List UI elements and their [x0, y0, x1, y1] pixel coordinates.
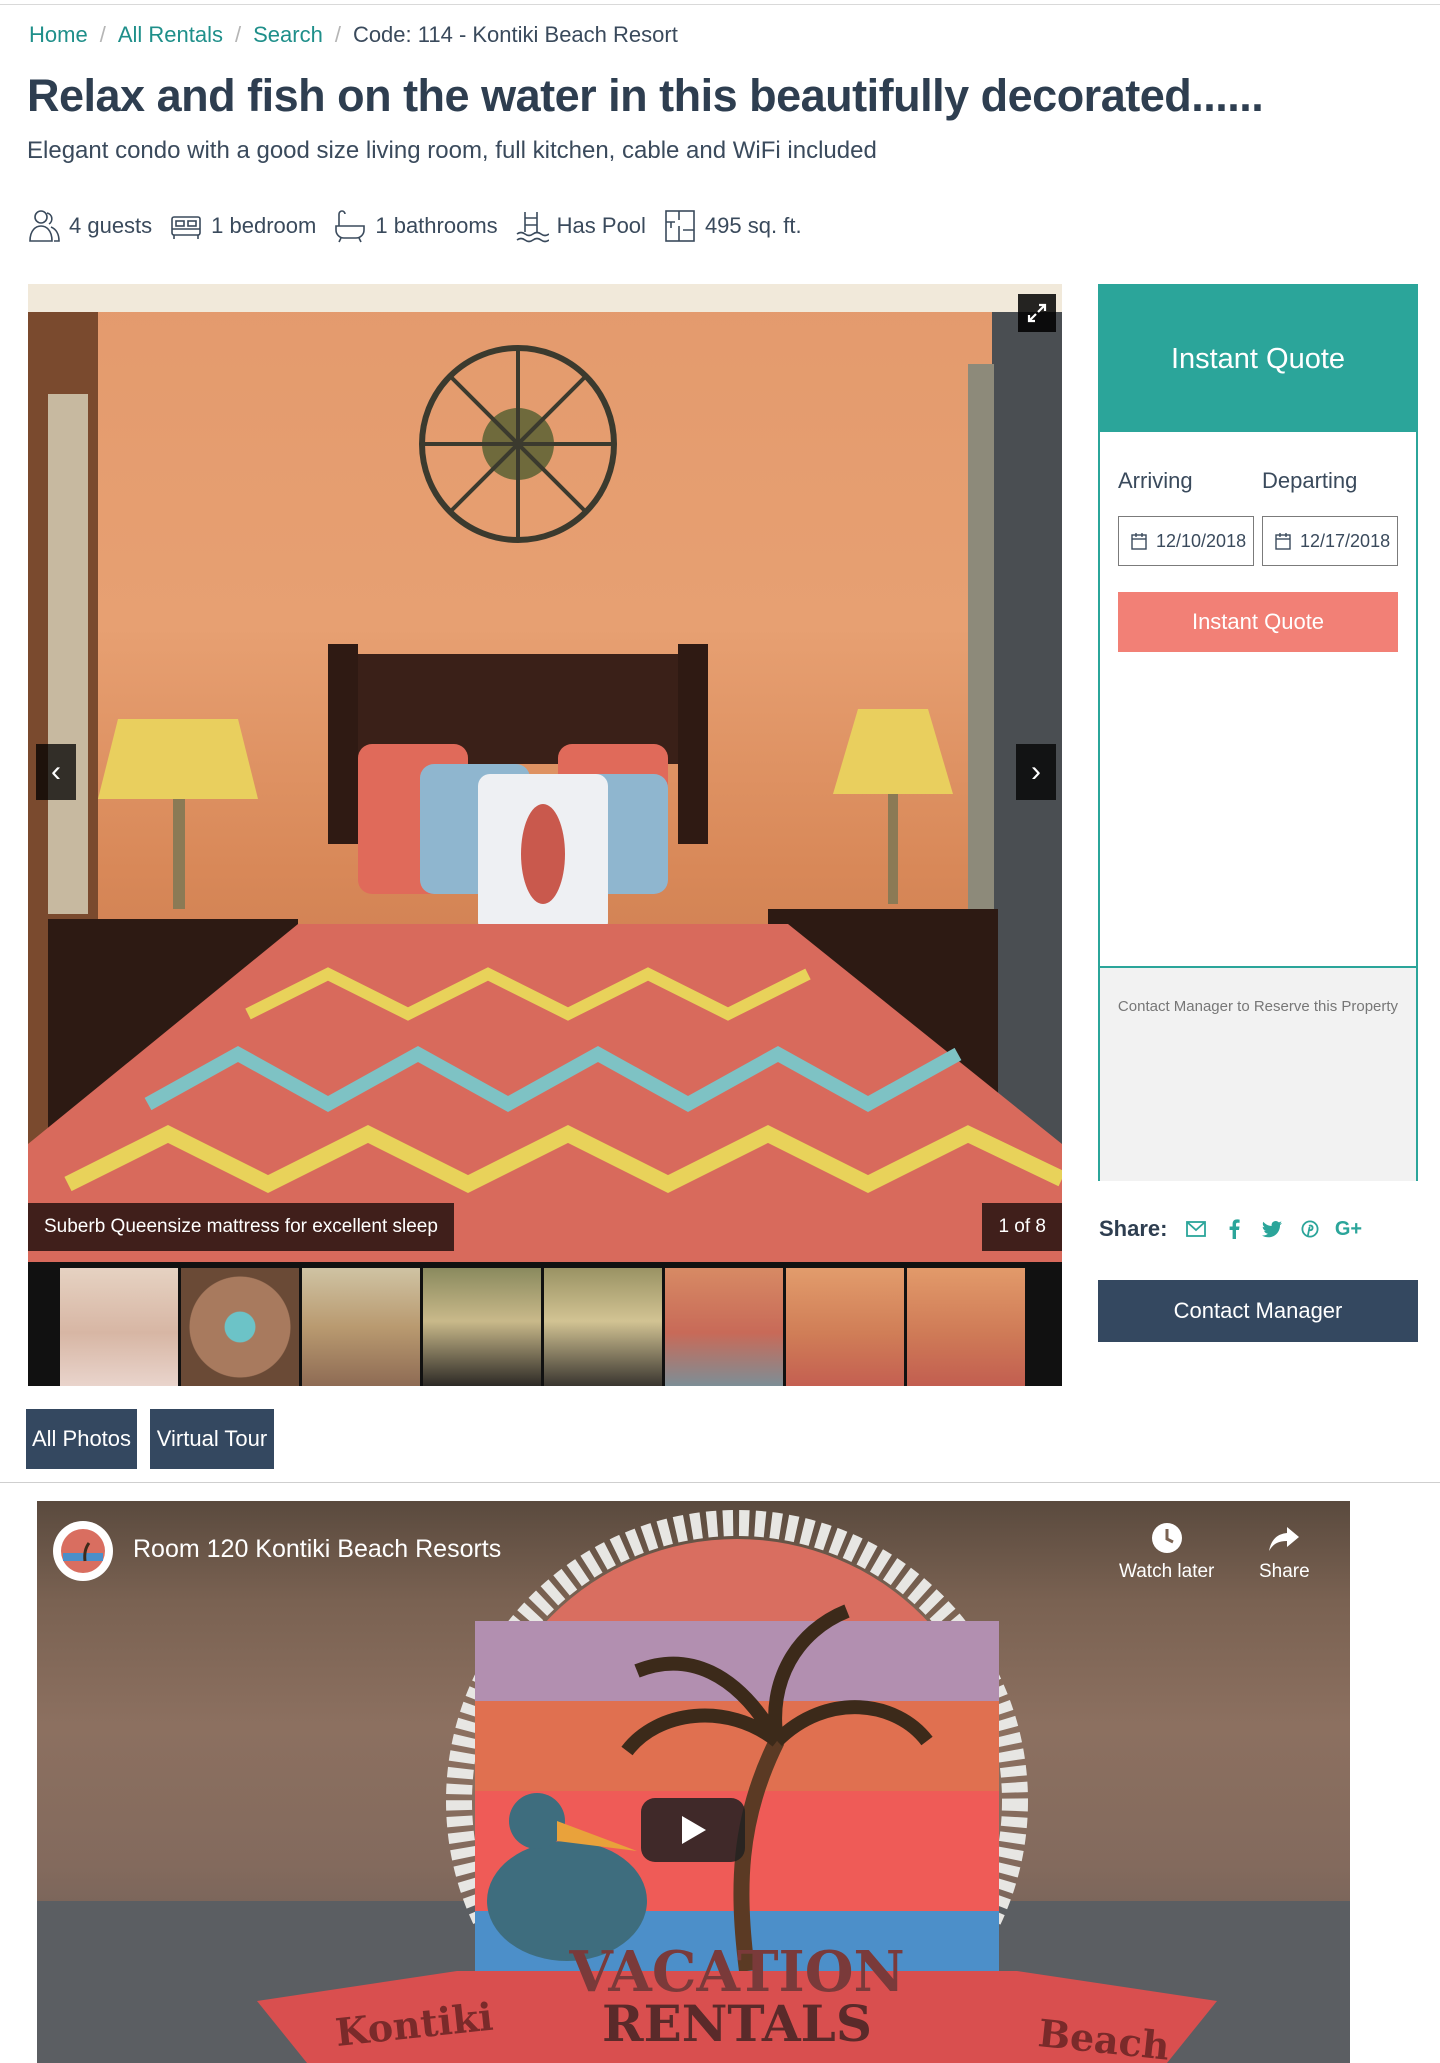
watch-later-button[interactable]: Watch later — [1119, 1521, 1214, 1583]
breadcrumb-home[interactable]: Home — [29, 22, 88, 47]
amenity-pool: Has Pool — [515, 208, 646, 244]
thumbnail[interactable] — [665, 1268, 783, 1386]
amenity-label: 1 bathrooms — [375, 213, 498, 238]
prev-photo-button[interactable]: ‹ — [36, 744, 76, 800]
page-subtitle: Elegant condo with a good size living ro… — [27, 137, 877, 164]
logo-text-bottom: RENTALS — [602, 1994, 872, 2053]
photo-gallery: ‹ › Suberb Queensize mattress for excell… — [28, 284, 1062, 1386]
section-divider — [0, 1482, 1440, 1483]
top-border — [0, 4, 1440, 5]
amenity-label: 4 guests — [69, 213, 153, 238]
video-title[interactable]: Room 120 Kontiki Beach Resorts — [133, 1535, 501, 1564]
play-icon — [682, 1816, 706, 1844]
google-plus-icon[interactable]: G+ — [1335, 1218, 1362, 1240]
channel-avatar[interactable] — [53, 1521, 113, 1581]
pool-icon — [516, 212, 549, 243]
video-share-label: Share — [1259, 1561, 1310, 1582]
thumbnail[interactable] — [60, 1268, 178, 1386]
pinterest-icon[interactable] — [1299, 1218, 1321, 1240]
thumbnail[interactable] — [907, 1268, 1025, 1386]
amenity-bedroom: 1 bedroom — [169, 208, 316, 244]
twitter-icon[interactable] — [1261, 1218, 1283, 1240]
breadcrumb: Home / All Rentals / Search / Code: 114 - Kont… — [29, 22, 678, 47]
breadcrumb-current: Code: 114 - Kontiki Beach Resort — [352, 22, 678, 47]
breadcrumb-all-rentals[interactable]: All Rentals — [118, 22, 223, 47]
floorplan-icon — [665, 210, 695, 242]
amenity-area: 495 sq. ft. — [663, 208, 802, 244]
share-label: Share: — [1099, 1216, 1168, 1241]
video-player[interactable]: VACATION RENTALS Kontiki Beach Room 120 … — [37, 1501, 1350, 2063]
share-arrow-icon — [1269, 1527, 1300, 1551]
thumbnail[interactable] — [423, 1268, 541, 1386]
contact-manager-button[interactable]: Contact Manager — [1098, 1280, 1418, 1342]
amenity-label: 495 sq. ft. — [704, 213, 802, 238]
thumbnail[interactable] — [181, 1268, 299, 1386]
guests-icon — [29, 210, 60, 242]
contact-note: Contact Manager to Reserve this Property — [1117, 998, 1399, 1015]
thumbnail[interactable] — [786, 1268, 904, 1386]
video-share-button[interactable]: Share — [1259, 1521, 1310, 1583]
amenity-bathrooms: 1 bathrooms — [333, 208, 498, 244]
bed-icon — [171, 216, 201, 239]
clock-icon — [1151, 1523, 1182, 1553]
instant-quote-panel: Instant Quote Arriving Departing 12/10/2… — [1098, 284, 1418, 1181]
main-photo[interactable]: ‹ › Suberb Queensize mattress for excell… — [28, 284, 1062, 1262]
page-title: Relax and fish on the water in this beau… — [27, 70, 1264, 121]
arriving-date-value: 12/10/2018 — [1156, 530, 1247, 551]
watch-later-label: Watch later — [1119, 1561, 1215, 1582]
photo-counter: 1 of 8 — [982, 1203, 1062, 1251]
amenities-bar: 4 guests 1 bedroom 1 bathrooms Has Pool … — [27, 206, 819, 246]
next-photo-button[interactable]: › — [1016, 744, 1056, 800]
all-photos-button[interactable]: All Photos — [26, 1409, 137, 1469]
departing-date-value: 12/17/2018 — [1300, 530, 1391, 551]
virtual-tour-button[interactable]: Virtual Tour — [150, 1409, 274, 1469]
channel-logo-icon — [61, 1529, 105, 1573]
thumbnail-strip — [28, 1262, 1062, 1386]
thumbnail[interactable] — [302, 1268, 420, 1386]
fullscreen-button[interactable] — [1018, 294, 1056, 332]
amenity-label: Has Pool — [556, 213, 646, 238]
amenity-guests: 4 guests — [27, 208, 152, 244]
instant-quote-button[interactable]: Instant Quote — [1118, 592, 1398, 652]
arriving-label: Arriving — [1118, 468, 1193, 493]
contact-note-area: Contact Manager to Reserve this Property — [1100, 966, 1416, 1181]
quote-header: Instant Quote — [1100, 286, 1416, 432]
play-button[interactable] — [641, 1798, 745, 1862]
amenity-label: 1 bedroom — [211, 213, 317, 238]
share-bar: Share: G+ — [1099, 1216, 1375, 1242]
bathtub-icon — [335, 210, 366, 243]
video-thumbnail-illustration: VACATION RENTALS Kontiki Beach — [37, 1510, 1350, 2063]
arriving-date-field[interactable]: 12/10/2018 — [1118, 516, 1254, 566]
facebook-icon[interactable] — [1223, 1218, 1245, 1240]
email-icon[interactable] — [1185, 1218, 1207, 1240]
thumbnail[interactable] — [544, 1268, 662, 1386]
expand-icon — [1027, 303, 1047, 323]
breadcrumb-search[interactable]: Search — [253, 22, 323, 47]
calendar-icon — [1275, 533, 1291, 550]
photo-caption: Suberb Queensize mattress for excellent … — [28, 1203, 454, 1251]
calendar-icon — [1131, 533, 1147, 550]
departing-date-field[interactable]: 12/17/2018 — [1262, 516, 1398, 566]
departing-label: Departing — [1262, 468, 1358, 493]
bedroom-photo-illustration — [28, 284, 1062, 1262]
